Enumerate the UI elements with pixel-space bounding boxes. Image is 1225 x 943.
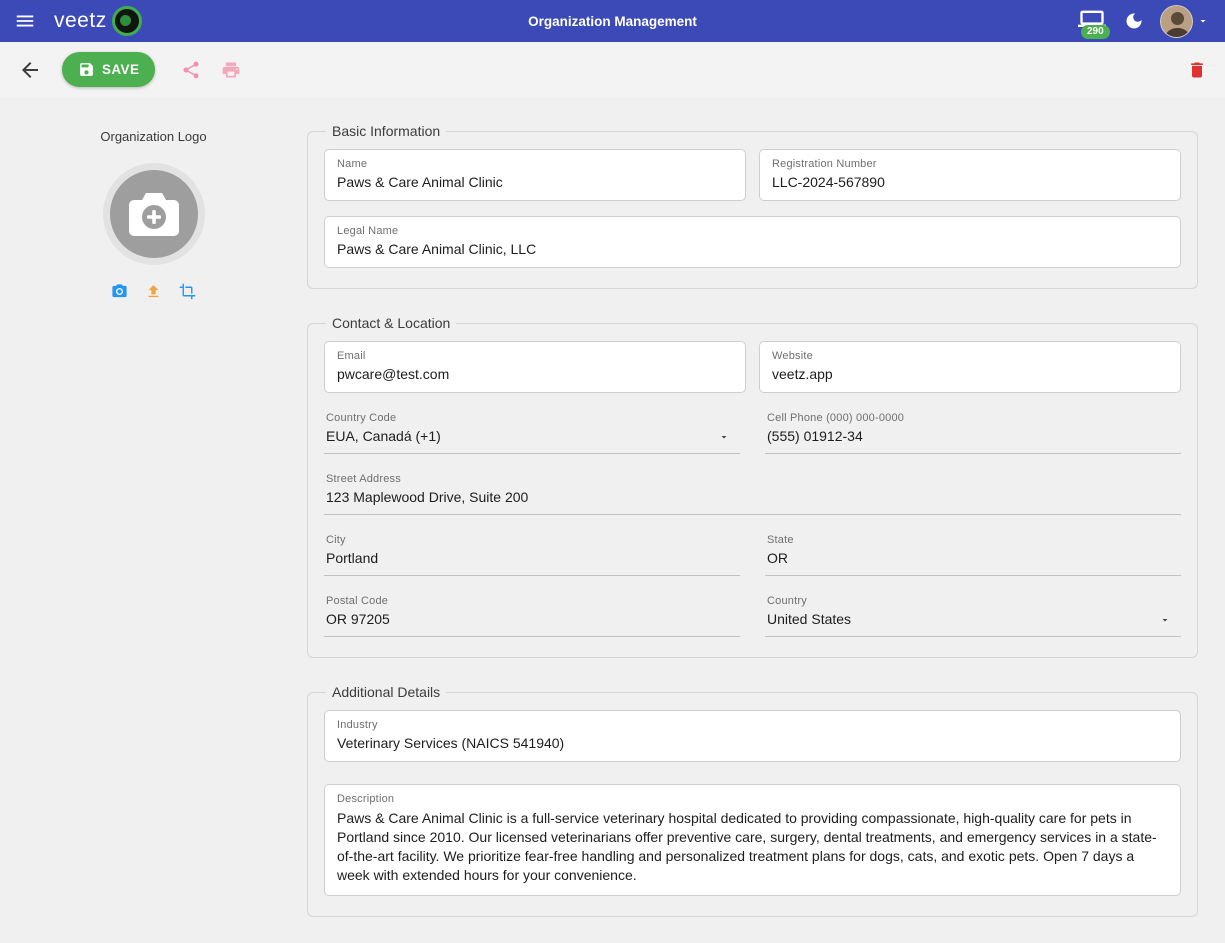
chevron-down-icon	[1197, 15, 1209, 27]
street-address-value: 123 Maplewood Drive, Suite 200	[326, 489, 1179, 505]
section-basic-legend: Basic Information	[326, 123, 446, 139]
legal-name-label: Legal Name	[337, 225, 1168, 237]
save-button[interactable]: SAVE	[62, 52, 155, 87]
country-code-value: EUA, Canadá (+1)	[326, 428, 738, 444]
name-value: Paws & Care Animal Clinic	[337, 174, 733, 190]
section-contact-location: Contact & Location Email pwcare@test.com…	[307, 315, 1198, 658]
description-value: Paws & Care Animal Clinic is a full-serv…	[337, 809, 1168, 885]
name-field[interactable]: Name Paws & Care Animal Clinic	[324, 149, 746, 201]
email-field[interactable]: Email pwcare@test.com	[324, 341, 746, 393]
industry-label: Industry	[337, 719, 1168, 731]
brand-name: veetz	[54, 9, 107, 33]
description-label: Description	[337, 793, 1168, 805]
logo-panel: Organization Logo	[0, 123, 307, 943]
postal-code-value: OR 97205	[326, 611, 738, 627]
logo-upload-dropzone[interactable]	[103, 163, 205, 265]
country-value: United States	[767, 611, 1179, 627]
crop-icon	[179, 283, 196, 300]
legal-name-value: Paws & Care Animal Clinic, LLC	[337, 241, 1168, 257]
printer-icon	[221, 60, 241, 80]
moon-icon	[1124, 11, 1144, 31]
registration-number-value: LLC-2024-567890	[772, 174, 1168, 190]
cell-phone-label: Cell Phone (000) 000-0000	[767, 412, 1179, 424]
email-value: pwcare@test.com	[337, 366, 733, 382]
upload-icon	[145, 283, 162, 300]
main-content: Organization Logo	[0, 97, 1225, 943]
dark-mode-toggle[interactable]	[1124, 11, 1144, 31]
crop-logo-button[interactable]	[179, 283, 196, 300]
share-button[interactable]	[181, 60, 201, 80]
city-value: Portland	[326, 550, 738, 566]
share-icon	[181, 60, 201, 80]
street-address-label: Street Address	[326, 473, 1179, 485]
back-button[interactable]	[18, 58, 42, 82]
legal-name-field[interactable]: Legal Name Paws & Care Animal Clinic, LL…	[324, 216, 1181, 268]
action-toolbar: SAVE	[0, 42, 1225, 97]
section-contact-legend: Contact & Location	[326, 315, 456, 331]
user-menu[interactable]	[1160, 5, 1209, 38]
cell-phone-field[interactable]: Cell Phone (000) 000-0000 (555) 01912-34	[765, 408, 1181, 454]
brand[interactable]: veetz	[54, 6, 142, 36]
device-count-badge: 290	[1081, 25, 1110, 39]
trash-icon	[1187, 60, 1207, 80]
delete-button[interactable]	[1187, 60, 1207, 80]
logo-actions	[111, 283, 196, 300]
country-code-select[interactable]: Country Code EUA, Canadá (+1)	[324, 408, 740, 454]
registration-number-field[interactable]: Registration Number LLC-2024-567890	[759, 149, 1181, 201]
avatar	[1160, 5, 1193, 38]
email-label: Email	[337, 350, 733, 362]
save-button-label: SAVE	[102, 62, 139, 77]
section-basic-information: Basic Information Name Paws & Care Anima…	[307, 123, 1198, 289]
state-value: OR	[767, 550, 1179, 566]
camera-icon	[111, 283, 128, 300]
logo-panel-title: Organization Logo	[100, 129, 206, 144]
devices-button[interactable]: 290	[1078, 8, 1108, 34]
postal-code-field[interactable]: Postal Code OR 97205	[324, 591, 740, 637]
name-label: Name	[337, 158, 733, 170]
form-panel: Basic Information Name Paws & Care Anima…	[307, 123, 1225, 943]
city-label: City	[326, 534, 738, 546]
take-photo-button[interactable]	[111, 283, 128, 300]
website-value: veetz.app	[772, 366, 1168, 382]
arrow-left-icon	[18, 58, 42, 82]
section-additional-legend: Additional Details	[326, 684, 446, 700]
postal-code-label: Postal Code	[326, 595, 738, 607]
country-dropdown-arrow[interactable]	[1159, 614, 1171, 626]
print-button[interactable]	[221, 60, 241, 80]
menu-icon[interactable]	[14, 10, 36, 32]
add-photo-icon	[128, 191, 180, 237]
app-header: veetz Organization Management 290	[0, 0, 1225, 42]
website-label: Website	[772, 350, 1168, 362]
country-code-dropdown-arrow[interactable]	[718, 431, 730, 443]
save-icon	[78, 61, 95, 78]
country-label: Country	[767, 595, 1179, 607]
brand-logo-icon	[112, 6, 142, 36]
city-field[interactable]: City Portland	[324, 530, 740, 576]
page-title: Organization Management	[528, 14, 697, 29]
industry-value: Veterinary Services (NAICS 541940)	[337, 735, 1168, 751]
section-additional-details: Additional Details Industry Veterinary S…	[307, 684, 1198, 917]
upload-logo-button[interactable]	[145, 283, 162, 300]
state-field[interactable]: State OR	[765, 530, 1181, 576]
cell-phone-value: (555) 01912-34	[767, 428, 1179, 444]
country-code-label: Country Code	[326, 412, 738, 424]
street-address-field[interactable]: Street Address 123 Maplewood Drive, Suit…	[324, 469, 1181, 515]
country-select[interactable]: Country United States	[765, 591, 1181, 637]
website-field[interactable]: Website veetz.app	[759, 341, 1181, 393]
registration-number-label: Registration Number	[772, 158, 1168, 170]
description-field[interactable]: Description Paws & Care Animal Clinic is…	[324, 784, 1181, 896]
state-label: State	[767, 534, 1179, 546]
industry-field[interactable]: Industry Veterinary Services (NAICS 5419…	[324, 710, 1181, 762]
